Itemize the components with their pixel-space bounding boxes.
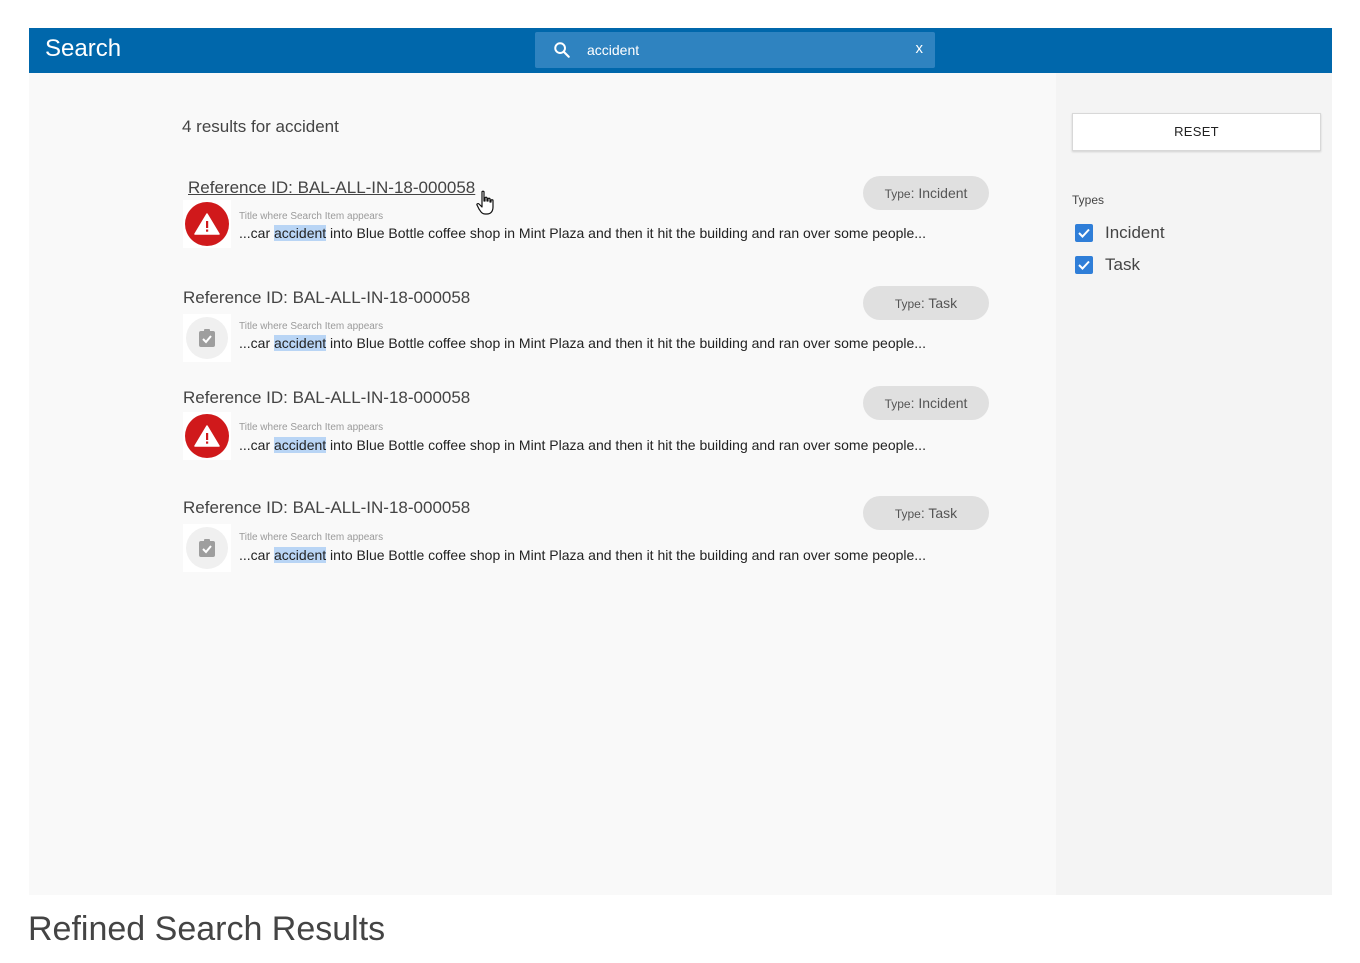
result-item: Reference ID: BAL-ALL-IN-18-000058 Type:… xyxy=(179,286,989,366)
reset-button[interactable]: RESET xyxy=(1072,113,1321,151)
task-checkbox[interactable] xyxy=(1075,256,1093,274)
task-circle xyxy=(186,317,228,359)
result-reference-link[interactable]: Reference ID: BAL-ALL-IN-18-000058 xyxy=(183,388,470,408)
result-subtitle: Title where Search Item appears xyxy=(239,321,384,332)
type-badge: Type: Incident xyxy=(863,176,989,210)
result-item: Reference ID: BAL-ALL-IN-18-000058 Type:… xyxy=(179,176,989,256)
result-subtitle: Title where Search Item appears xyxy=(239,211,384,222)
results-count: 4 results for accident xyxy=(182,117,339,136)
snippet-after: into Blue Bottle coffee shop in Mint Pla… xyxy=(326,437,926,453)
type-value: : Incident xyxy=(910,395,968,411)
search-highlight: accident xyxy=(274,225,327,241)
result-reference-link[interactable]: Reference ID: BAL-ALL-IN-18-000058 xyxy=(188,178,475,198)
incident-checkbox[interactable] xyxy=(1075,224,1093,242)
result-reference-link[interactable]: Reference ID: BAL-ALL-IN-18-000058 xyxy=(183,498,470,518)
footer-caption: Refined Search Results xyxy=(28,910,386,948)
search-icon xyxy=(554,42,570,58)
type-badge: Type: Task xyxy=(863,496,989,530)
result-snippet: ...car accident into Blue Bottle coffee … xyxy=(239,437,926,453)
type-value: : Task xyxy=(920,505,958,521)
warning-icon xyxy=(194,213,220,235)
clipboard-check-icon xyxy=(199,539,215,557)
sidebar-lower-panel xyxy=(1060,642,1332,895)
type-badge: Type: Incident xyxy=(863,386,989,420)
snippet-after: into Blue Bottle coffee shop in Mint Pla… xyxy=(326,335,926,351)
top-bar: Search x xyxy=(29,28,1332,73)
type-badge: Type: Task xyxy=(863,286,989,320)
filter-label: Incident xyxy=(1105,223,1165,242)
app-title: Search xyxy=(45,35,122,62)
type-key: Type xyxy=(894,507,921,521)
search-box[interactable]: x xyxy=(535,32,935,68)
result-snippet: ...car accident into Blue Bottle coffee … xyxy=(239,335,926,351)
check-icon xyxy=(1078,260,1090,270)
result-item: Reference ID: BAL-ALL-IN-18-000058 Type:… xyxy=(179,386,989,466)
search-highlight: accident xyxy=(274,335,327,351)
result-item: Reference ID: BAL-ALL-IN-18-000058 Type:… xyxy=(179,496,989,576)
filter-label: Task xyxy=(1105,255,1140,274)
result-icon xyxy=(183,412,231,460)
search-highlight: accident xyxy=(274,547,327,563)
snippet-before: ...car xyxy=(239,547,275,563)
filter-task[interactable]: Task xyxy=(1075,254,1140,276)
result-subtitle: Title where Search Item appears xyxy=(239,422,384,433)
result-icon xyxy=(183,314,231,362)
snippet-before: ...car xyxy=(239,335,275,351)
type-value: : Task xyxy=(920,295,958,311)
hand-pointer-icon xyxy=(476,190,494,215)
search-input[interactable] xyxy=(587,38,887,62)
result-snippet: ...car accident into Blue Bottle coffee … xyxy=(239,547,926,563)
result-icon xyxy=(183,200,231,248)
result-reference-link[interactable]: Reference ID: BAL-ALL-IN-18-000058 xyxy=(183,288,470,308)
snippet-after: into Blue Bottle coffee shop in Mint Pla… xyxy=(326,547,926,563)
result-icon xyxy=(183,524,231,572)
type-key: Type xyxy=(884,397,911,411)
clear-search-button[interactable]: x xyxy=(916,40,924,57)
type-key: Type xyxy=(894,297,921,311)
type-value: : Incident xyxy=(910,185,968,201)
incident-circle xyxy=(185,202,229,246)
result-subtitle: Title where Search Item appears xyxy=(239,532,384,543)
snippet-before: ...car xyxy=(239,225,275,241)
check-icon xyxy=(1078,228,1090,238)
types-heading: Types xyxy=(1072,193,1105,207)
filter-incident[interactable]: Incident xyxy=(1075,222,1165,244)
incident-circle xyxy=(185,414,229,458)
app-frame: Search x 4 results for accident Referenc… xyxy=(29,28,1332,895)
snippet-before: ...car xyxy=(239,437,275,453)
search-highlight: accident xyxy=(274,437,327,453)
snippet-after: into Blue Bottle coffee shop in Mint Pla… xyxy=(326,225,926,241)
warning-icon xyxy=(194,425,220,447)
task-circle xyxy=(186,527,228,569)
type-key: Type xyxy=(884,187,911,201)
result-snippet: ...car accident into Blue Bottle coffee … xyxy=(239,225,926,241)
clipboard-check-icon xyxy=(199,329,215,347)
